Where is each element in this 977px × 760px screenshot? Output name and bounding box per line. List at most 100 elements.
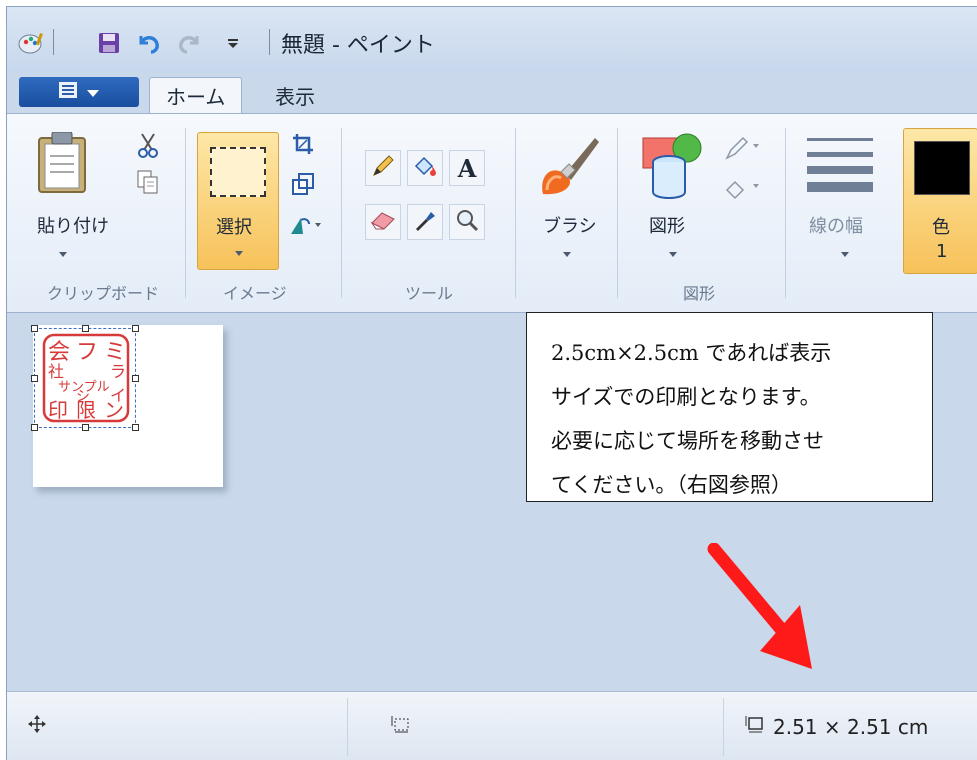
group-divider <box>785 128 786 298</box>
tab-view[interactable]: 表示 <box>259 77 331 113</box>
undo-icon[interactable] <box>135 29 163 57</box>
seal-char: 限 <box>76 398 96 422</box>
callout-line: 2.5cm×2.5cm であれば表示 <box>551 341 832 365</box>
crop-icon[interactable] <box>291 132 315 160</box>
title-separator <box>269 29 270 55</box>
shapes-group-label: 図形 <box>683 284 716 303</box>
ribbon: 貼り付け クリップボード 選択 イメージ A ツール ブラシ 図形 図形 線の幅… <box>7 113 977 313</box>
seal-char: 印 <box>48 398 68 422</box>
menu-icon <box>59 82 79 102</box>
pencil-icon <box>371 154 395 182</box>
status-bar: 2.51 × 2.51 cm <box>7 691 977 760</box>
eyedropper-icon <box>413 208 437 236</box>
clipboard-icon <box>37 131 87 198</box>
selection-rectangle-icon <box>210 147 266 197</box>
clipboard-group-label: クリップボード <box>47 284 160 303</box>
redo-icon[interactable] <box>175 29 203 57</box>
color1-swatch <box>914 141 970 195</box>
seal-char: ン <box>104 398 124 422</box>
resize-handle[interactable] <box>82 325 89 332</box>
save-icon[interactable] <box>95 29 123 57</box>
seal-char: ラ <box>110 362 126 381</box>
line-width-icon <box>807 138 873 196</box>
resize-handle[interactable] <box>31 424 38 431</box>
chevron-down-icon <box>669 252 677 257</box>
color-picker-tool-button[interactable] <box>407 204 443 240</box>
seal-char: 社 <box>48 362 64 381</box>
size-button[interactable]: 線の幅 <box>797 128 887 268</box>
red-arrow-annotation <box>700 542 830 677</box>
shape-fill-icon[interactable] <box>723 176 763 206</box>
chevron-down-icon <box>59 252 67 257</box>
group-divider <box>515 128 516 298</box>
resize-handle[interactable] <box>132 325 139 332</box>
image-size: 2.51 × 2.51 cm <box>743 714 928 739</box>
pencil-tool-button[interactable] <box>365 150 401 186</box>
seal-stamp-image: 会 フ ミ 社 ラ サンプル シ イ 印 限 ン <box>40 331 132 425</box>
customize-quick-access-icon[interactable] <box>219 29 247 57</box>
selection-size <box>389 714 411 739</box>
chevron-down-icon <box>563 252 571 257</box>
magnifier-icon <box>455 208 479 236</box>
select-button[interactable]: 選択 <box>197 132 279 270</box>
tab-view-label: 表示 <box>275 84 315 109</box>
magnifier-tool-button[interactable] <box>449 204 485 240</box>
rotate-icon[interactable] <box>289 214 323 242</box>
cut-icon[interactable] <box>137 132 159 162</box>
selection-box[interactable]: 会 フ ミ 社 ラ サンプル シ イ 印 限 ン <box>31 325 139 431</box>
brush-icon <box>537 134 601 204</box>
color1-button[interactable]: 色 1 <box>903 128 977 274</box>
resize-handle[interactable] <box>31 325 38 332</box>
eraser-tool-button[interactable] <box>365 204 401 240</box>
paint-bucket-icon <box>412 154 438 182</box>
title-bar: 無題 - ペイント <box>7 7 977 73</box>
image-size-text: 2.51 × 2.51 cm <box>773 714 929 739</box>
callout-line: サイズでの印刷となります。 <box>551 385 821 409</box>
canvas[interactable]: 会 フ ミ 社 ラ サンプル シ イ 印 限 ン <box>31 325 223 487</box>
ribbon-tabs: ホーム 表示 <box>7 73 977 113</box>
shapes-button[interactable]: 図形 <box>631 128 711 268</box>
resize-handle[interactable] <box>132 375 139 382</box>
status-divider <box>347 698 348 756</box>
resize-handle[interactable] <box>82 424 89 431</box>
text-tool-button[interactable]: A <box>449 150 485 186</box>
seal-char: フ <box>76 340 98 365</box>
group-divider <box>185 128 186 298</box>
shapes-icon <box>639 132 703 204</box>
cursor-position <box>27 714 47 739</box>
tab-home[interactable]: ホーム <box>149 77 243 113</box>
color1-label: 色 <box>932 217 950 238</box>
paste-label: 貼り付け <box>37 216 109 237</box>
annotation-callout: 2.5cm×2.5cm であれば表示 サイズでの印刷となります。 必要に応じて場… <box>526 312 933 502</box>
resize-handle[interactable] <box>31 375 38 382</box>
chevron-down-icon <box>841 252 849 257</box>
tab-home-label: ホーム <box>166 85 226 109</box>
copy-icon[interactable] <box>137 170 159 198</box>
group-divider <box>341 128 342 298</box>
resize-icon[interactable] <box>291 172 315 200</box>
size-label: 線の幅 <box>809 216 863 237</box>
text-icon: A <box>457 153 477 183</box>
select-label: 選択 <box>216 217 252 238</box>
title-separator <box>53 29 54 55</box>
image-size-icon <box>743 714 765 739</box>
chevron-down-icon <box>235 251 243 256</box>
fill-tool-button[interactable] <box>407 150 443 186</box>
status-divider <box>723 698 724 756</box>
brush-button[interactable]: ブラシ <box>527 128 607 268</box>
paint-app-icon[interactable] <box>17 29 45 57</box>
tools-group-label: ツール <box>405 284 454 303</box>
callout-line: てください。（右図参照） <box>551 473 792 497</box>
image-group-label: イメージ <box>223 284 287 303</box>
color1-index: 1 <box>936 241 948 262</box>
file-menu-button[interactable] <box>19 77 139 107</box>
eraser-icon <box>370 209 396 235</box>
group-divider <box>617 128 618 298</box>
move-cursor-icon <box>27 714 47 739</box>
callout-line: 必要に応じて場所を移動させ <box>551 429 824 453</box>
outline-icon[interactable] <box>723 136 763 166</box>
paste-button[interactable]: 貼り付け <box>23 128 109 268</box>
chevron-down-icon <box>87 83 99 102</box>
resize-handle[interactable] <box>132 424 139 431</box>
selection-size-icon <box>389 714 411 739</box>
